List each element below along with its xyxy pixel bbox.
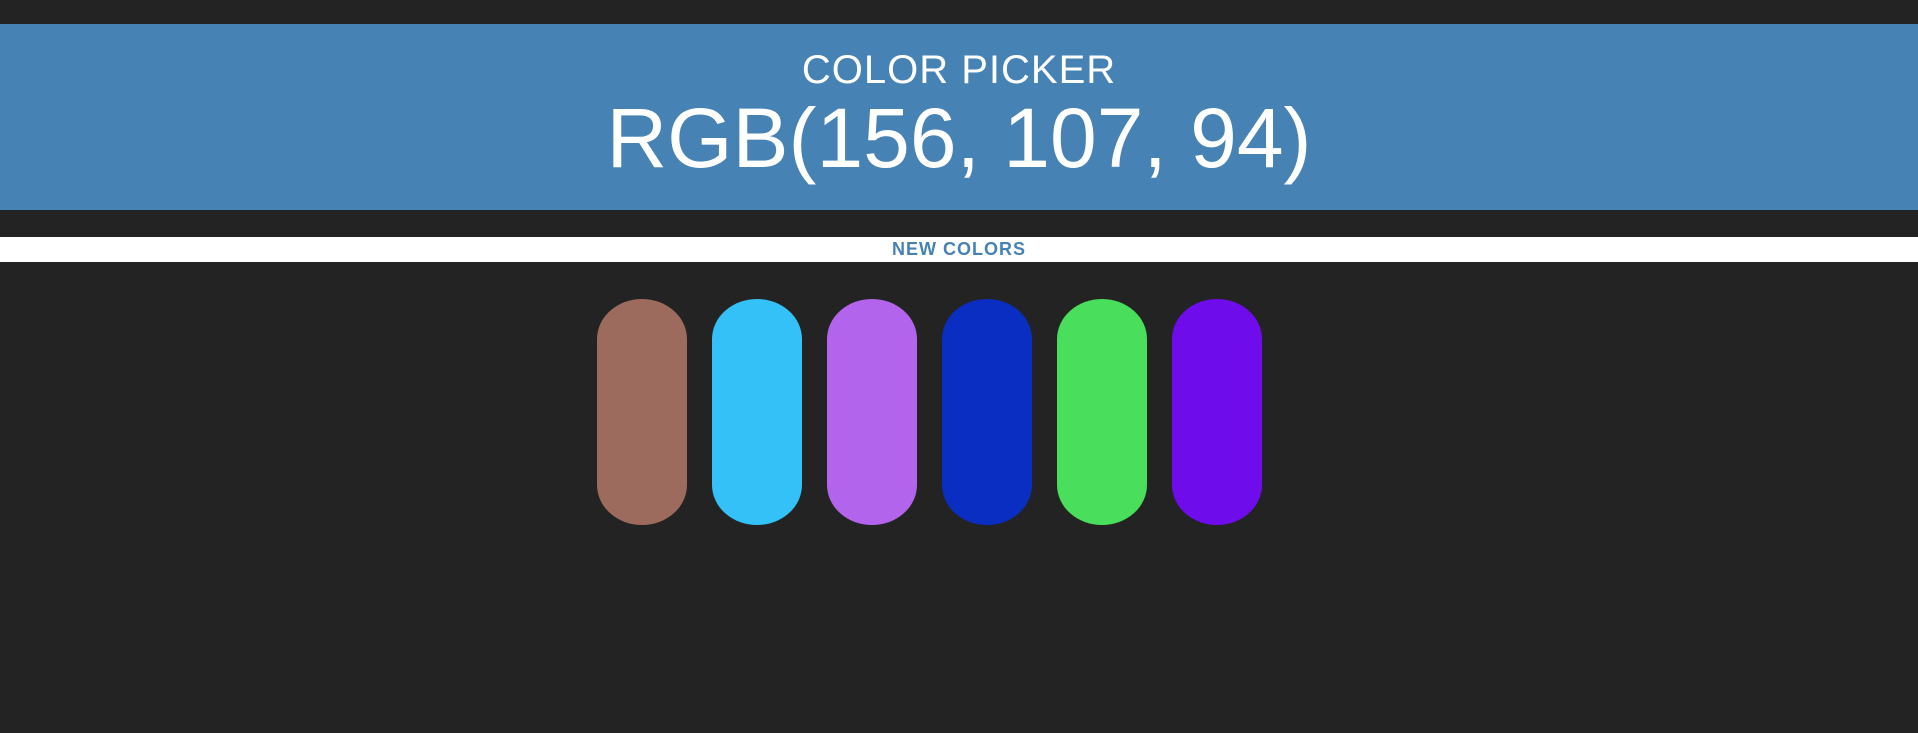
color-square-6[interactable] xyxy=(1172,299,1262,525)
color-square-1[interactable] xyxy=(597,299,687,525)
color-square-5[interactable] xyxy=(1057,299,1147,525)
color-squares-container xyxy=(0,262,1918,562)
color-square-3[interactable] xyxy=(827,299,917,525)
color-square-4[interactable] xyxy=(942,299,1032,525)
control-strip: NEW COLORS xyxy=(0,237,1918,262)
header-spacer xyxy=(0,210,1918,237)
new-colors-button[interactable]: NEW COLORS xyxy=(886,237,1032,262)
header-banner: COLOR PICKER RGB(156, 107, 94) xyxy=(0,24,1918,210)
top-spacer xyxy=(0,0,1918,24)
color-square-2[interactable] xyxy=(712,299,802,525)
page-title: COLOR PICKER xyxy=(801,48,1117,92)
target-rgb-display: RGB(156, 107, 94) xyxy=(606,91,1312,185)
